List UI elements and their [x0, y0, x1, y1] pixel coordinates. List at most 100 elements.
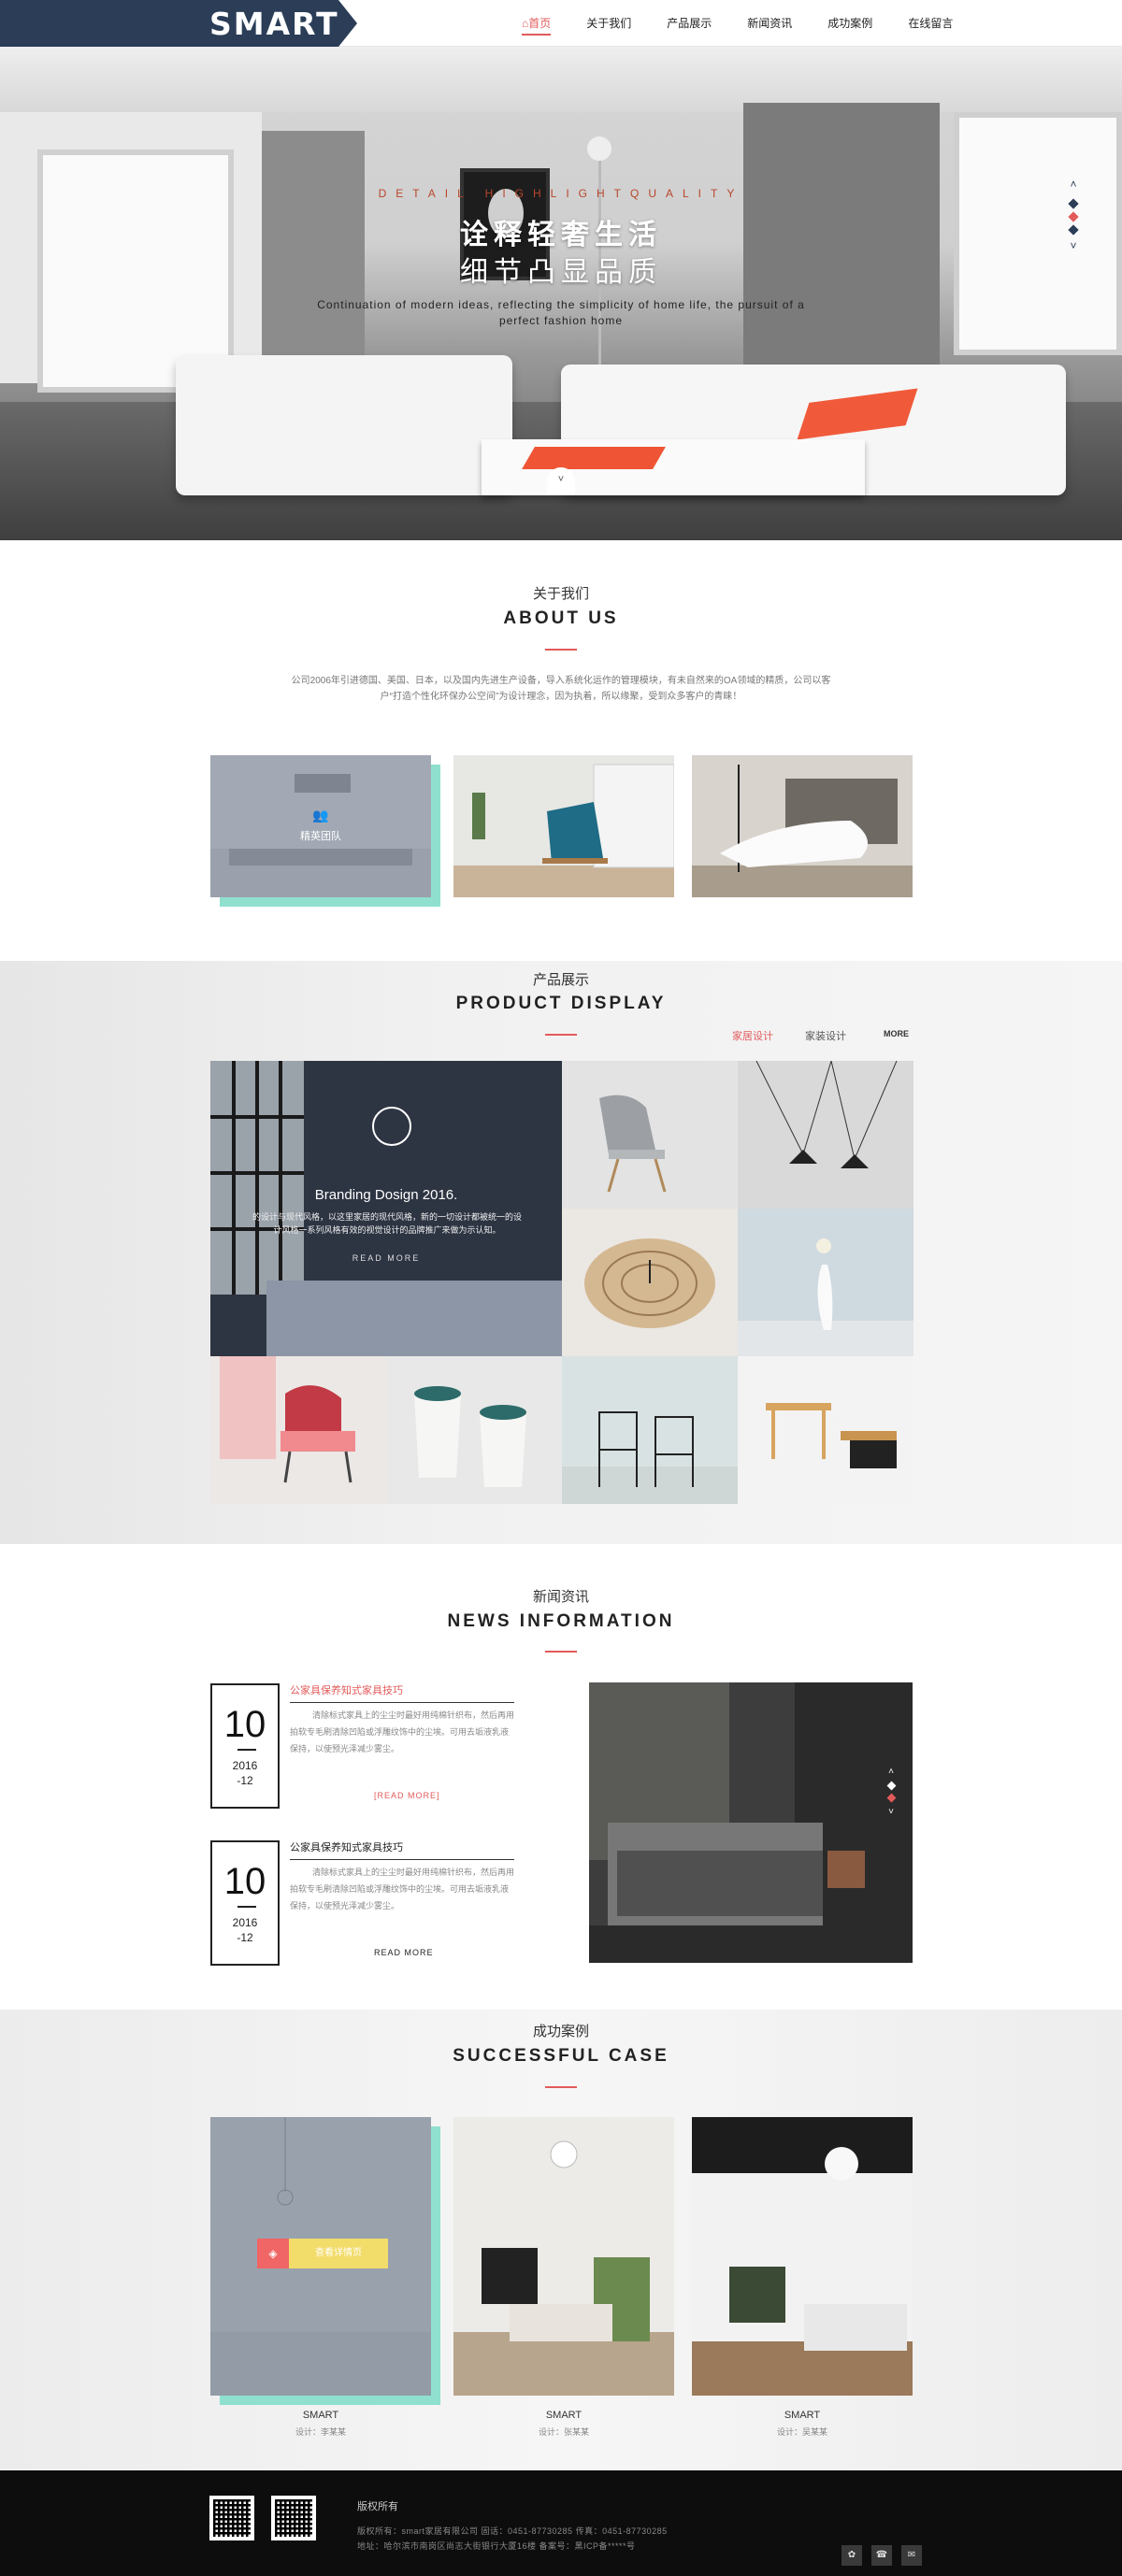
sofa-left: [176, 355, 512, 495]
product-wire-chairs[interactable]: [562, 1356, 738, 1504]
chevron-down-icon[interactable]: ˅: [885, 1807, 898, 1817]
pendant-lamps-image: [738, 1061, 913, 1209]
nav-news[interactable]: 新闻资讯: [747, 0, 792, 47]
news-date-box: 10 2016 -12: [210, 1840, 280, 1966]
nav-products[interactable]: 产品展示: [667, 0, 712, 47]
tab-home-design[interactable]: 家居设计: [732, 1028, 773, 1043]
product-vase[interactable]: [738, 1209, 913, 1356]
chevron-up-icon[interactable]: ˄: [1066, 178, 1081, 194]
lampshade: [587, 136, 611, 161]
news-month: -12: [237, 1774, 253, 1787]
news-divider: [545, 1651, 577, 1653]
news-excerpt: 清除标式家具上的尘尘时最好用纯棉针织布，然后再用拍软专毛刷清除凹陷或浮雕纹饰中的…: [290, 1710, 515, 1753]
footer-address: 地址：哈尔滨市南岗区尚志大街银行大厦16楼 备案号：黑ICP备*****号: [357, 2541, 636, 2551]
about-card-chair[interactable]: [453, 755, 674, 897]
chevron-up-icon[interactable]: ˄: [885, 1767, 898, 1777]
about-card-label: 精英团队: [300, 831, 341, 842]
case-title-cn: 成功案例: [532, 2024, 589, 2039]
site-logo[interactable]: SMART: [209, 6, 339, 42]
hero-ceiling: [0, 47, 1122, 112]
detail-icon: ◈: [257, 2239, 289, 2268]
case-designer: 设计：张某某: [538, 2427, 589, 2437]
news-image[interactable]: [589, 1682, 913, 1963]
footer-title: 版权所有: [357, 2501, 398, 2512]
dark-bedroom-image: [589, 1682, 913, 1963]
product-wood-table[interactable]: [738, 1356, 913, 1504]
product-pendant-lamps[interactable]: [738, 1061, 913, 1209]
case-name: SMART: [545, 2410, 583, 2421]
slide-dot-active[interactable]: [886, 1793, 896, 1803]
phone-icon[interactable]: ☎: [871, 2545, 892, 2566]
hero-title-line2: 细节凸显品质: [460, 257, 662, 288]
product-chair-grey[interactable]: [562, 1061, 738, 1209]
product-tabs: 家居设计 家装设计: [732, 1028, 878, 1043]
news-title-cn: 新闻资讯: [532, 1589, 589, 1605]
case-card[interactable]: ◈ 查看详情页: [210, 2117, 431, 2396]
nav-home[interactable]: ⌂首页: [522, 0, 552, 47]
slide-dot-active[interactable]: [1068, 211, 1079, 222]
chevron-down-icon[interactable]: ˅: [1066, 239, 1081, 256]
hero-banner: [0, 47, 1122, 540]
footer-social: ✿ ☎ ✉: [832, 2545, 922, 2566]
case-card[interactable]: [692, 2117, 913, 2396]
product-more-link[interactable]: MORE: [884, 1029, 909, 1038]
main-nav: ⌂首页 关于我们 产品展示 新闻资讯 成功案例 在线留言: [522, 0, 988, 47]
slide-dot[interactable]: [1068, 198, 1079, 209]
news-read-more[interactable]: [READ MORE]: [374, 1791, 440, 1800]
lounge-chair-image: [692, 755, 913, 897]
hero-slider-controls: ˄ ˅: [1066, 178, 1081, 256]
about-description: 公司2006年引进德国、美国、日本，以及国内先进生产设备，导入系统化运作的管理模…: [291, 676, 831, 702]
date-rule: [237, 1749, 256, 1751]
grey-chair-image: [562, 1061, 738, 1209]
about-card-lounge[interactable]: [692, 755, 913, 897]
product-ceramic-cups[interactable]: [386, 1356, 562, 1504]
news-day: 10: [223, 1704, 266, 1745]
news-title-en: NEWS INFORMATION: [447, 1611, 675, 1631]
nav-about[interactable]: 关于我们: [586, 0, 631, 47]
news-year: 2016: [232, 1916, 258, 1929]
tab-decoration-design[interactable]: 家装设计: [805, 1028, 846, 1043]
news-day: 10: [223, 1861, 266, 1902]
about-title-en: ABOUT US: [503, 608, 619, 628]
card-overlay: [210, 755, 431, 897]
case-living-image: [453, 2117, 674, 2396]
feature-description: 的设计与现代风格，以这里家居的现代风格，新的一切设计都被统一的设计风格一系列风格…: [252, 1212, 522, 1235]
pink-chair-image: [210, 1356, 386, 1504]
about-title-cn: 关于我们: [532, 586, 589, 602]
nav-message[interactable]: 在线留言: [908, 0, 953, 47]
product-pink-chair[interactable]: [210, 1356, 386, 1504]
product-wood-clock[interactable]: [562, 1209, 738, 1356]
slide-dot[interactable]: [1068, 224, 1079, 236]
site-header: SMART ⌂首页 关于我们 产品展示 新闻资讯 成功案例 在线留言: [0, 0, 1122, 47]
wire-chairs-image: [562, 1356, 738, 1504]
scroll-down-icon[interactable]: ˅: [547, 467, 575, 494]
case-detail-button[interactable]: ◈ 查看详情页: [257, 2239, 388, 2268]
news-title[interactable]: 公家具保养知式家具技巧: [290, 1682, 403, 1697]
wood-clock-image: [562, 1209, 738, 1356]
vase-image: [738, 1209, 913, 1356]
case-card[interactable]: [453, 2117, 674, 2396]
qr-code-icon: [209, 2496, 254, 2540]
product-title-en: PRODUCT DISPLAY: [455, 994, 667, 1013]
product-title-cn: 产品展示: [532, 972, 589, 988]
case-name: SMART: [784, 2410, 821, 2421]
product-feature[interactable]: Branding Dosign 2016. 的设计与现代风格，以这里家居的现代风…: [210, 1061, 562, 1356]
footer-contact: 版权所有：smart家居有限公司 固话：0451-87730285 传真：045…: [357, 2526, 668, 2536]
news-title[interactable]: 公家具保养知式家具技巧: [290, 1839, 403, 1854]
news-read-more[interactable]: READ MORE: [374, 1948, 434, 1957]
ceramic-cups-image: [386, 1356, 562, 1504]
case-divider: [545, 2086, 577, 2088]
slide-dot[interactable]: [886, 1781, 896, 1791]
nav-cases[interactable]: 成功案例: [827, 0, 872, 47]
site-footer: 版权所有 版权所有：smart家居有限公司 固话：0451-87730285 传…: [0, 2470, 1122, 2576]
news-excerpt: 清除标式家具上的尘尘时最好用纯棉针织布，然后再用拍软专毛刷清除凹陷或浮雕纹饰中的…: [290, 1868, 515, 1911]
hero-subtitle: Continuation of modern ideas, reflecting…: [317, 298, 805, 327]
news-rule: [290, 1859, 514, 1860]
feature-read-more[interactable]: READ MORE: [210, 1253, 562, 1263]
armchair-image: [453, 755, 674, 897]
about-card-team[interactable]: 👥 精英团队: [210, 755, 431, 897]
news-year: 2016: [232, 1759, 258, 1772]
mail-icon[interactable]: ✉: [901, 2545, 922, 2566]
about-divider: [545, 649, 577, 651]
flower-icon[interactable]: ✿: [842, 2545, 862, 2566]
